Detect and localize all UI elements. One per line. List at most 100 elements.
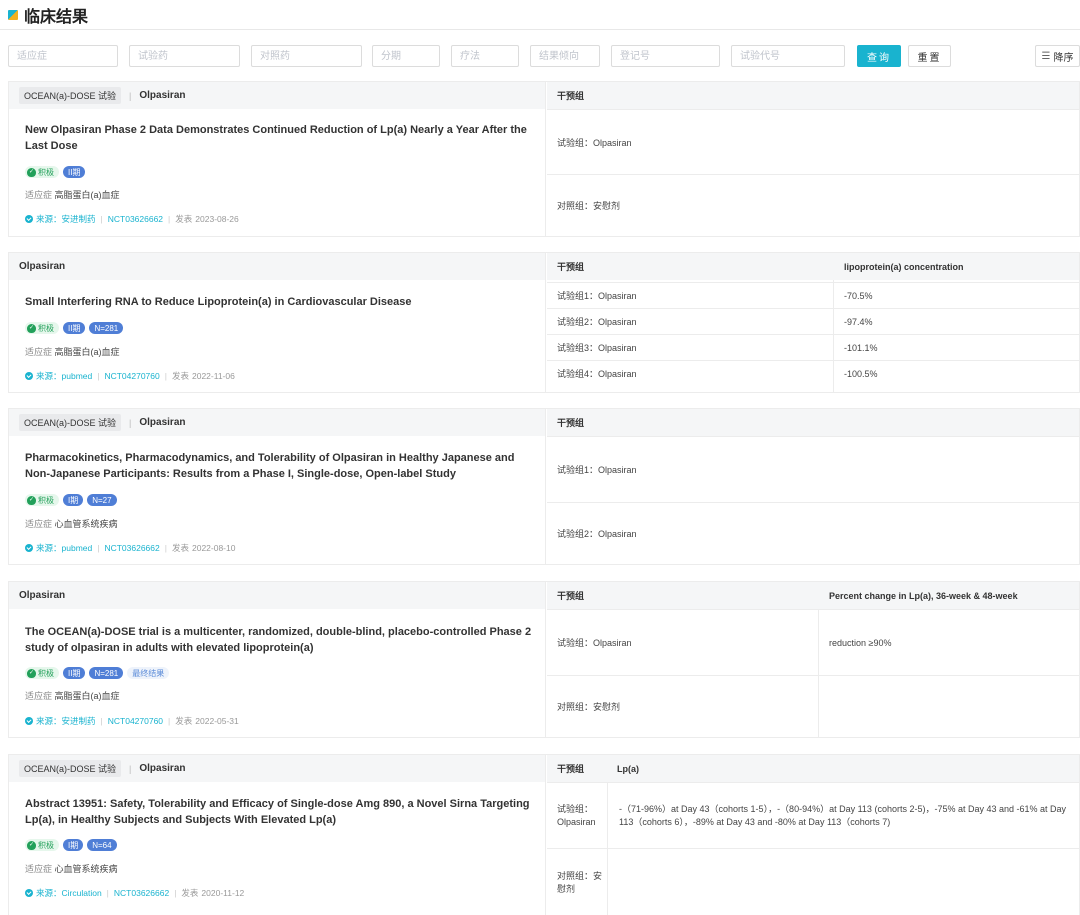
- publish-date: 2022-05-31: [195, 716, 239, 726]
- nct-link[interactable]: NCT03626662: [114, 888, 169, 898]
- badge-row: ✓ 积极 II期 N=281: [25, 322, 124, 334]
- trial-tag[interactable]: OCEAN(a)-DOSE 试验: [19, 87, 122, 104]
- sample-size-badge: N=64: [87, 839, 117, 851]
- shield-icon: ✓: [27, 323, 36, 333]
- phase-select[interactable]: [372, 45, 440, 67]
- control-drug-input[interactable]: [251, 45, 362, 67]
- card-header: Olpasiran: [9, 253, 545, 280]
- nct-link[interactable]: NCT03626662: [104, 543, 159, 553]
- card-summary: OCEAN(a)-DOSE 试验 | Olpasiran Pharmacokin…: [9, 409, 546, 564]
- table-header: Lp(a): [617, 763, 639, 774]
- shield-icon: ✓: [27, 495, 36, 505]
- indication-line: 适应症 高脂蛋白(a)血症: [25, 347, 120, 357]
- drug-name[interactable]: Olpasiran: [19, 261, 65, 272]
- phase-badge: I期: [63, 494, 84, 506]
- trial-code-input[interactable]: [731, 45, 845, 67]
- sample-size-badge: N=281: [89, 322, 124, 334]
- shield-icon: ✓: [27, 668, 36, 678]
- table-row: 试验组3：Olpasiran -101.1%: [547, 334, 1079, 360]
- table-row: 试验组2：Olpasiran -97.4%: [547, 308, 1079, 334]
- source-link[interactable]: pubmed: [62, 543, 93, 553]
- nct-link[interactable]: NCT03626662: [108, 214, 163, 224]
- drug-name[interactable]: Olpasiran: [19, 590, 65, 601]
- shield-icon: ✓: [27, 840, 36, 850]
- indication-line: 适应症 高脂蛋白(a)血症: [25, 190, 120, 200]
- sample-size-badge: N=281: [89, 667, 124, 679]
- query-button[interactable]: 查询: [857, 45, 901, 67]
- positive-badge: ✓ 积极: [25, 667, 59, 679]
- card-header: OCEAN(a)-DOSE 试验 | Olpasiran: [9, 409, 545, 436]
- positive-badge: ✓ 积极: [25, 166, 59, 178]
- table-row: 试验组1：Olpasiran -70.5%: [547, 282, 1079, 308]
- title-marker-icon: [8, 9, 18, 20]
- card-summary: Olpasiran The OCEAN(a)-DOSE trial is a m…: [9, 582, 546, 737]
- indication-line: 适应症 心血管系统疾病: [25, 519, 118, 529]
- table-header: 干预组: [557, 764, 585, 774]
- source-line: 来源： Circulation | NCT03626662 | 发表 2020-11…: [25, 887, 244, 899]
- card-table: 干预组 试验组1：Olpasiran 试验组2：Olpasiran: [547, 409, 1079, 564]
- registry-no-input[interactable]: [611, 45, 720, 67]
- sort-button[interactable]: ☰ 降序: [1035, 45, 1080, 67]
- nct-link[interactable]: NCT04270760: [104, 371, 159, 381]
- badge-row: ✓ 积极 I期 N=27: [25, 494, 117, 506]
- source-line: 来源： 安进制药 | NCT03626662 | 发表 2023-08-26: [25, 213, 239, 225]
- indication-line: 适应症 心血管系统疾病: [25, 864, 118, 874]
- article-title[interactable]: Small Interfering RNA to Reduce Lipoprot…: [25, 294, 535, 310]
- therapy-select[interactable]: [451, 45, 519, 67]
- table-row: 试验组2：Olpasiran: [547, 502, 1079, 564]
- table-row: 对照组：安慰剂: [547, 675, 1079, 737]
- source-link[interactable]: 安进制药: [62, 213, 96, 225]
- indication-input[interactable]: [8, 45, 118, 67]
- positive-badge: ✓ 积极: [25, 322, 59, 334]
- publish-date: 2020-11-12: [201, 888, 245, 898]
- reset-button[interactable]: 重置: [908, 45, 951, 67]
- source-icon: [25, 372, 33, 380]
- publish-date: 2022-11-06: [191, 371, 235, 381]
- positive-badge: ✓ 积极: [25, 839, 59, 851]
- source-line: 来源： 安进制药 | NCT04270760 | 发表 2022-05-31: [25, 715, 239, 727]
- drug-name[interactable]: Olpasiran: [139, 90, 185, 101]
- trial-tag[interactable]: OCEAN(a)-DOSE 试验: [19, 760, 122, 777]
- source-line: 来源： pubmed | NCT03626662 | 发表 2022-08-10: [25, 542, 235, 554]
- sort-descending-icon: ☰: [1041, 50, 1051, 62]
- card-header: Olpasiran: [9, 582, 545, 609]
- article-title[interactable]: Abstract 13951: Safety, Tolerability and…: [25, 796, 535, 828]
- card-table: 干预组 lipoprotein(a) concentration 试验组1：Ol…: [547, 253, 1079, 392]
- drug-name[interactable]: Olpasiran: [139, 763, 185, 774]
- table-row: 试验组4：Olpasiran -100.5%: [547, 360, 1079, 386]
- trial-drug-input[interactable]: [129, 45, 240, 67]
- publish-date: 2022-08-10: [191, 543, 236, 553]
- result-tendency-select[interactable]: [530, 45, 600, 67]
- nct-link[interactable]: NCT04270760: [108, 716, 163, 726]
- table-row: 试验组：Olpasiran: [547, 109, 1079, 174]
- table-header: lipoprotein(a) concentration: [844, 261, 964, 272]
- source-icon: [25, 889, 33, 897]
- indication-line: 适应症 高脂蛋白(a)血症: [25, 691, 120, 701]
- page-title: 临床结果: [24, 8, 89, 26]
- article-title[interactable]: The OCEAN(a)-DOSE trial is a multicenter…: [25, 624, 535, 656]
- table-row: 对照组：安慰剂: [547, 174, 1079, 236]
- trial-tag[interactable]: OCEAN(a)-DOSE 试验: [19, 414, 122, 431]
- phase-badge: II期: [63, 667, 86, 679]
- source-icon: [25, 215, 33, 223]
- phase-badge: I期: [63, 839, 84, 851]
- table-row: 试验组1：Olpasiran: [547, 436, 1079, 502]
- drug-name[interactable]: Olpasiran: [139, 417, 185, 428]
- card-header: OCEAN(a)-DOSE 试验 | Olpasiran: [9, 82, 545, 109]
- source-link[interactable]: Circulation: [62, 888, 102, 898]
- page-header: 临床结果: [0, 0, 1080, 30]
- article-title[interactable]: Pharmacokinetics, Pharmacodynamics, and …: [25, 450, 535, 482]
- phase-badge: II期: [63, 322, 86, 334]
- phase-badge: II期: [63, 166, 86, 178]
- table-row: 试验组：Olpasiran -（71-96%）at Day 43（cohorts…: [547, 782, 1079, 848]
- article-title[interactable]: New Olpasiran Phase 2 Data Demonstrates …: [25, 122, 535, 154]
- positive-badge: ✓ 积极: [25, 494, 59, 506]
- table-header: 干预组: [557, 418, 585, 428]
- source-link[interactable]: pubmed: [62, 371, 93, 381]
- source-link[interactable]: 安进制药: [62, 715, 96, 727]
- source-icon: [25, 544, 33, 552]
- sort-label: 降序: [1053, 52, 1074, 64]
- result-card: OCEAN(a)-DOSE 试验 | Olpasiran Pharmacokin…: [8, 408, 1080, 565]
- result-card: OCEAN(a)-DOSE 试验 | Olpasiran New Olpasir…: [8, 81, 1080, 237]
- table-row: 对照组：安慰剂: [547, 848, 1079, 915]
